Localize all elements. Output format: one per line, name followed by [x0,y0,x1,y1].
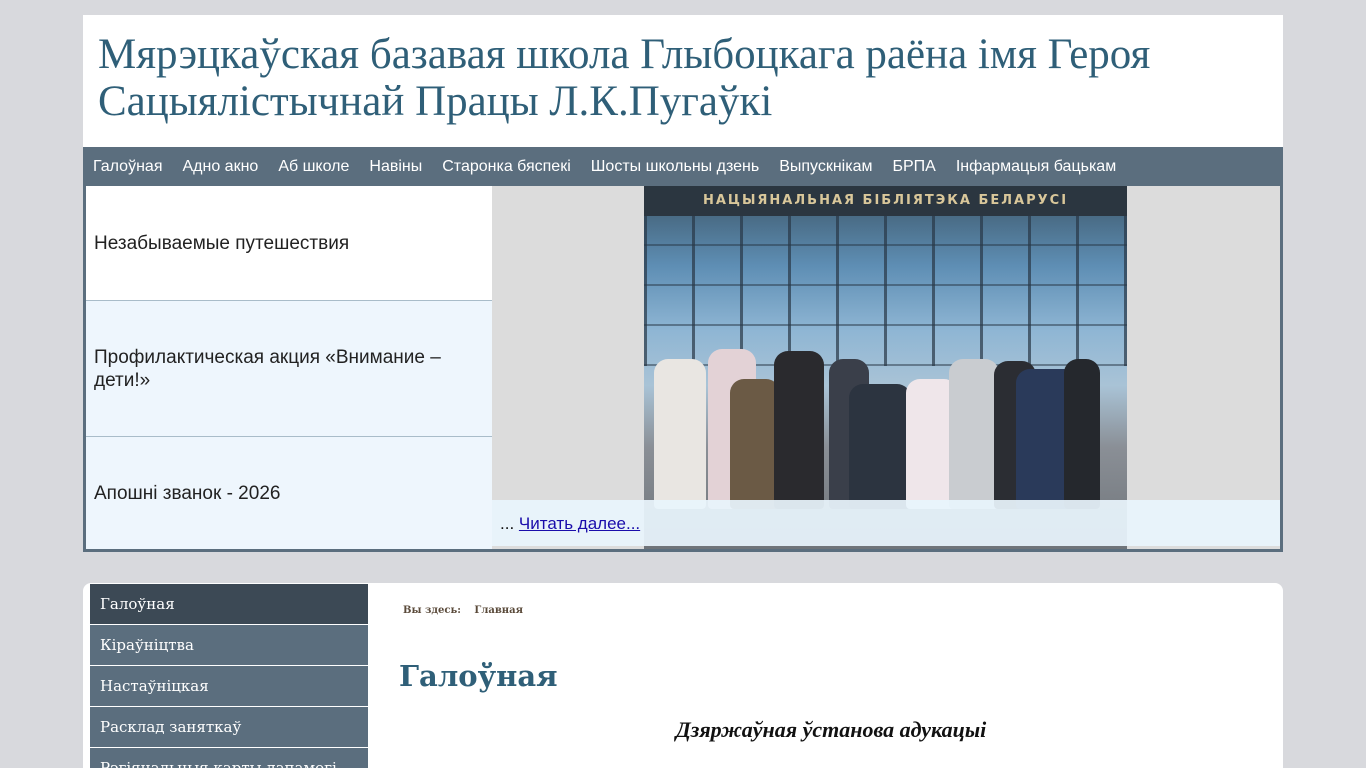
breadcrumb: Вы здесь: Главная [403,605,533,616]
slide-item[interactable]: Профилактическая акция «Внимание – дети!… [86,301,492,437]
top-navigation: Галоўная Адно акно Аб школе Навіны Старо… [83,147,1283,186]
breadcrumb-current: Главная [474,605,523,616]
photo-glass-facade [644,216,1127,366]
sidebar-item-help-maps[interactable]: Рэгіянальныя карты дапамогі [90,748,368,768]
sidebar-item-teachers[interactable]: Настаўніцкая [90,666,368,706]
nav-item-home[interactable]: Галоўная [83,147,172,186]
read-more-prefix: ... [500,514,515,533]
nav-item-parents[interactable]: Інфармацыя бацькам [946,147,1126,186]
nav-item-news[interactable]: Навіны [359,147,432,186]
site-title: Мярэцкаўская базавая школа Глыбоцкага ра… [98,31,1151,125]
main-content-area: Галоўная Кіраўніцтва Настаўніцкая Раскла… [83,583,1283,768]
breadcrumb-prefix: Вы здесь: [403,605,461,616]
nav-item-sixth-day[interactable]: Шосты школьны дзень [581,147,769,186]
page-title: Галоўная [399,659,558,693]
photo-library-sign: НАЦЫЯНАЛЬНАЯ БІБЛІЯТЭКА БЕЛАРУСІ [644,186,1127,216]
sidebar-item-management[interactable]: Кіраўніцтва [90,625,368,665]
nav-item-safety[interactable]: Старонка бяспекі [432,147,581,186]
slide-list: Незабываемые путешествия Профилактическа… [86,186,495,549]
nav-item-one-window[interactable]: Адно акно [172,147,268,186]
slide-item[interactable]: Апошні званок - 2026 [86,437,492,549]
read-more-link[interactable]: Читать далее... [519,514,640,533]
nav-item-graduates[interactable]: Выпускнікам [769,147,882,186]
sidebar-item-schedule[interactable]: Расклад заняткаў [90,707,368,747]
sidebar-item-home[interactable]: Галоўная [90,584,368,624]
nav-item-brpa[interactable]: БРПА [882,147,945,186]
site-header: Мярэцкаўская базавая школа Глыбоцкага ра… [83,15,1283,147]
slide-item[interactable]: Незабываемые путешествия [86,186,492,301]
slide-photo[interactable]: НАЦЫЯНАЛЬНАЯ БІБЛІЯТЭКА БЕЛАРУСІ [644,186,1127,549]
nav-item-about[interactable]: Аб школе [268,147,359,186]
read-more-bar: ... Читать далее... [492,500,1280,546]
news-slider: Незабываемые путешествия Профилактическа… [83,186,1283,552]
sidebar-menu: Галоўная Кіраўніцтва Настаўніцкая Раскла… [90,584,368,768]
content-subtitle: Дзяржаўная ўстанова адукацыі [675,717,987,742]
